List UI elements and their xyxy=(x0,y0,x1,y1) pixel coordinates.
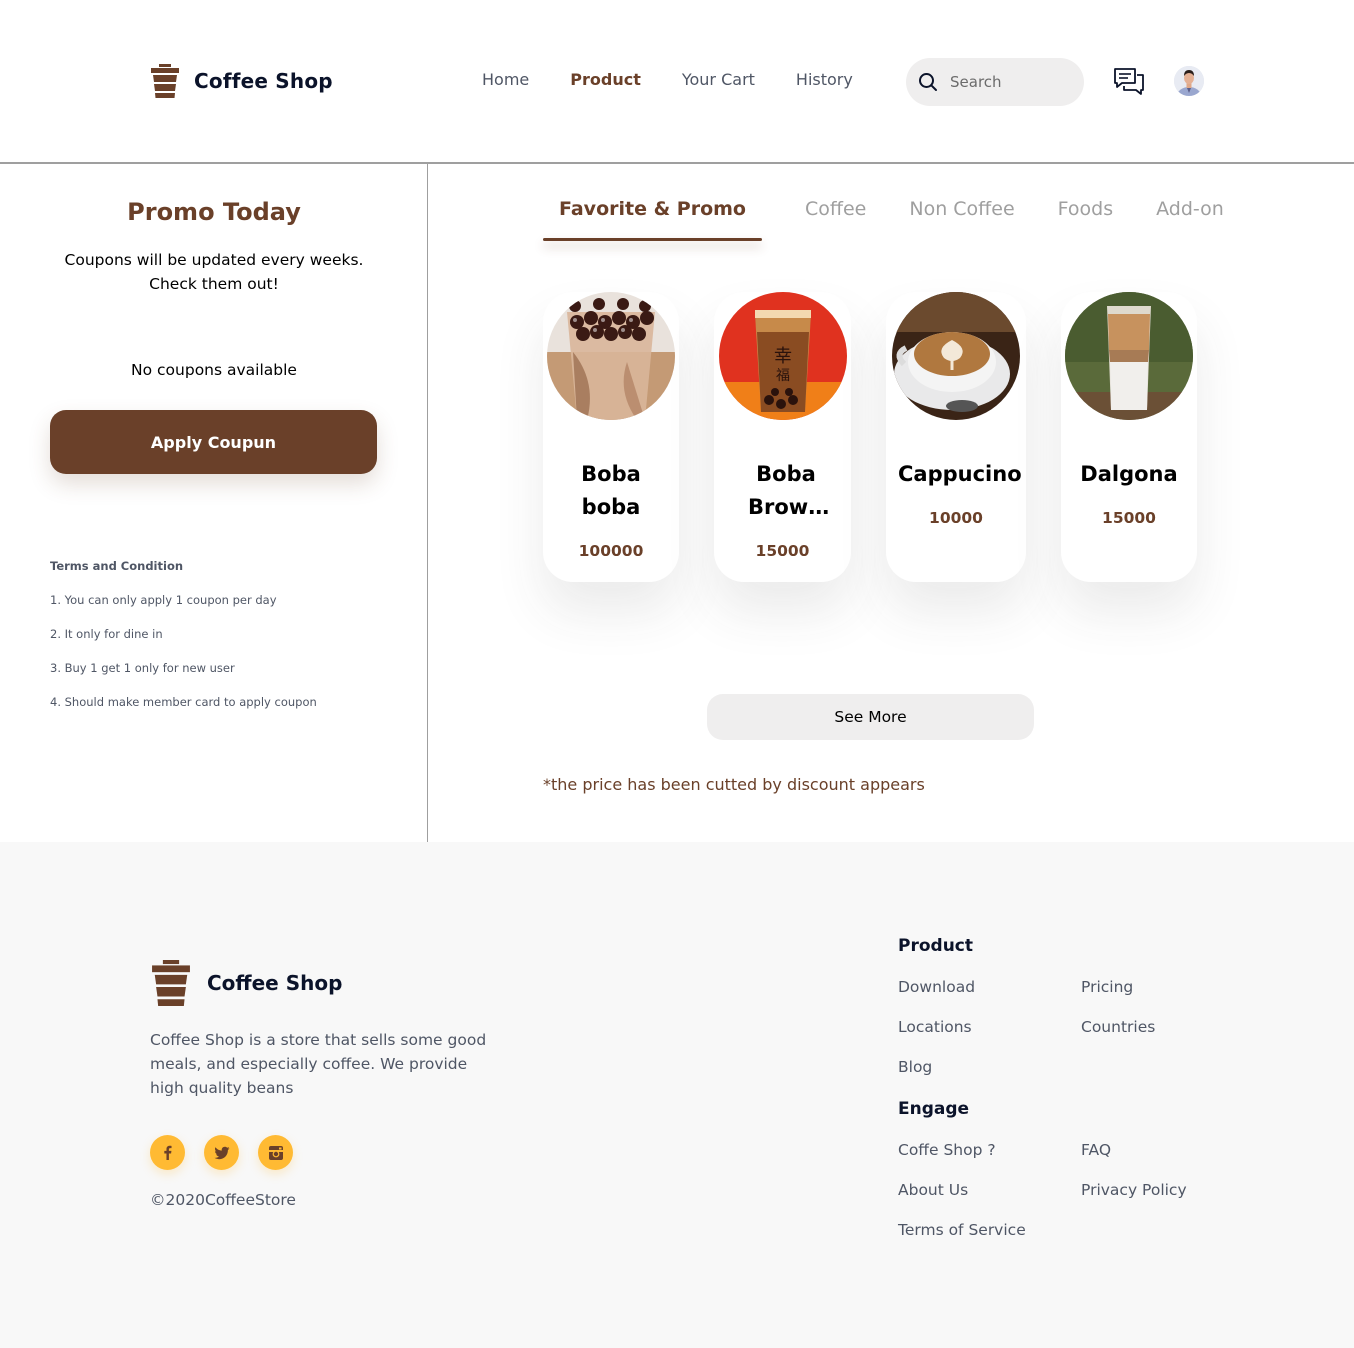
terms-item: 2. It only for dine in xyxy=(50,627,163,641)
product-image xyxy=(1065,292,1193,420)
chat-icon[interactable] xyxy=(1113,66,1145,98)
search-bar[interactable] xyxy=(906,58,1084,106)
footer-link-blog[interactable]: Blog xyxy=(898,1058,932,1076)
promo-title: Promo Today xyxy=(127,198,301,226)
tab-favorite-promo[interactable]: Favorite & Promo xyxy=(543,198,762,241)
discount-note: *the price has been cutted by discount a… xyxy=(543,775,925,794)
category-tabs: Favorite & Promo Coffee Non Coffee Foods… xyxy=(543,198,1267,241)
header: Coffee Shop Home Product Your Cart Histo… xyxy=(0,0,1354,164)
nav-your-cart[interactable]: Your Cart xyxy=(682,70,755,89)
product-price: 10000 xyxy=(929,509,983,527)
main-nav: Home Product Your Cart History xyxy=(482,70,894,89)
boba-drink-image xyxy=(547,292,675,420)
footer-link-locations[interactable]: Locations xyxy=(898,1018,972,1036)
user-avatar-icon xyxy=(1174,66,1204,96)
tab-non-coffee[interactable]: Non Coffee xyxy=(909,198,1014,220)
tab-foods[interactable]: Foods xyxy=(1058,198,1113,220)
no-coupons-text: No coupons available xyxy=(131,361,297,379)
footer-brand[interactable]: Coffee Shop xyxy=(150,960,342,1006)
product-name: Dalgona xyxy=(1080,462,1178,486)
boba-brown-sugar-image: 幸 福 xyxy=(718,292,847,420)
product-name: Boba Brow… xyxy=(748,462,830,519)
facebook-icon[interactable] xyxy=(150,1135,185,1170)
footer-description: Coffee Shop is a store that sells some g… xyxy=(150,1031,487,1097)
tab-coffee[interactable]: Coffee xyxy=(805,198,866,220)
svg-text:福: 福 xyxy=(776,368,790,384)
brand-name: Coffee Shop xyxy=(194,69,333,93)
see-more-button[interactable]: See More xyxy=(707,694,1034,740)
product-grid: Boba boba 100000 幸 福 Boba Brow… 15000 Ca… xyxy=(428,292,1354,592)
tab-add-on[interactable]: Add-on xyxy=(1156,198,1224,220)
product-card[interactable]: 幸 福 Boba Brow… 15000 xyxy=(714,292,851,582)
footer-link-download[interactable]: Download xyxy=(898,978,975,996)
product-card[interactable]: Dalgona 15000 xyxy=(1061,292,1197,582)
terms-item: 3. Buy 1 get 1 only for new user xyxy=(50,661,235,675)
twitter-icon[interactable] xyxy=(204,1135,239,1170)
product-image: 幸 福 xyxy=(718,292,847,420)
promo-description: Coupons will be updated every weeks. Che… xyxy=(64,251,364,293)
terms-item: 1. You can only apply 1 coupon per day xyxy=(50,593,277,607)
footer-link-about-us[interactable]: About Us xyxy=(898,1181,968,1199)
promo-panel: Promo Today Coupons will be updated ever… xyxy=(0,164,428,842)
nav-home[interactable]: Home xyxy=(482,70,529,89)
search-icon xyxy=(919,73,937,91)
product-image xyxy=(892,292,1020,420)
footer-product-title: Product xyxy=(898,936,973,956)
footer: Coffee Shop Coffee Shop is a store that … xyxy=(0,842,1354,1348)
product-card[interactable]: Cappucino 10000 xyxy=(886,292,1026,582)
coffee-cup-logo-icon xyxy=(151,64,179,98)
product-price: 15000 xyxy=(1102,509,1156,527)
footer-link-countries[interactable]: Countries xyxy=(1081,1018,1155,1036)
avatar[interactable] xyxy=(1174,66,1204,96)
apply-coupon-button[interactable]: Apply Coupun xyxy=(50,410,377,474)
dalgona-image xyxy=(1065,292,1193,420)
terms-title: Terms and Condition xyxy=(50,559,184,573)
search-input[interactable] xyxy=(950,73,1070,91)
instagram-icon[interactable] xyxy=(258,1135,293,1170)
brand[interactable]: Coffee Shop xyxy=(150,64,333,98)
product-card[interactable]: Boba boba 100000 xyxy=(543,292,679,582)
copyright: ©2020CoffeeStore xyxy=(150,1191,296,1209)
terms-item: 4. Should make member card to apply coup… xyxy=(50,695,317,709)
footer-engage-title: Engage xyxy=(898,1099,970,1119)
footer-link-privacy-policy[interactable]: Privacy Policy xyxy=(1081,1181,1187,1199)
social-links xyxy=(150,1135,312,1170)
product-price: 15000 xyxy=(755,542,810,560)
coffee-cup-logo-icon xyxy=(152,960,190,1006)
cappucino-image xyxy=(892,292,1020,420)
nav-history[interactable]: History xyxy=(796,70,853,89)
product-price: 100000 xyxy=(578,542,644,560)
footer-brand-name: Coffee Shop xyxy=(207,971,343,995)
footer-link-coffe-shop[interactable]: Coffe Shop ? xyxy=(898,1141,996,1159)
terms-section: Terms and Condition 1. You can only appl… xyxy=(50,559,317,729)
nav-product[interactable]: Product xyxy=(570,70,641,89)
footer-link-faq[interactable]: FAQ xyxy=(1081,1141,1111,1159)
product-name: Boba boba xyxy=(581,462,641,519)
product-panel: Favorite & Promo Coffee Non Coffee Foods… xyxy=(428,164,1354,842)
svg-text:幸: 幸 xyxy=(774,346,792,367)
footer-link-pricing[interactable]: Pricing xyxy=(1081,978,1133,996)
footer-link-terms-of-service[interactable]: Terms of Service xyxy=(898,1221,1026,1239)
product-image xyxy=(547,292,675,420)
product-name: Cappucino xyxy=(898,462,1022,486)
